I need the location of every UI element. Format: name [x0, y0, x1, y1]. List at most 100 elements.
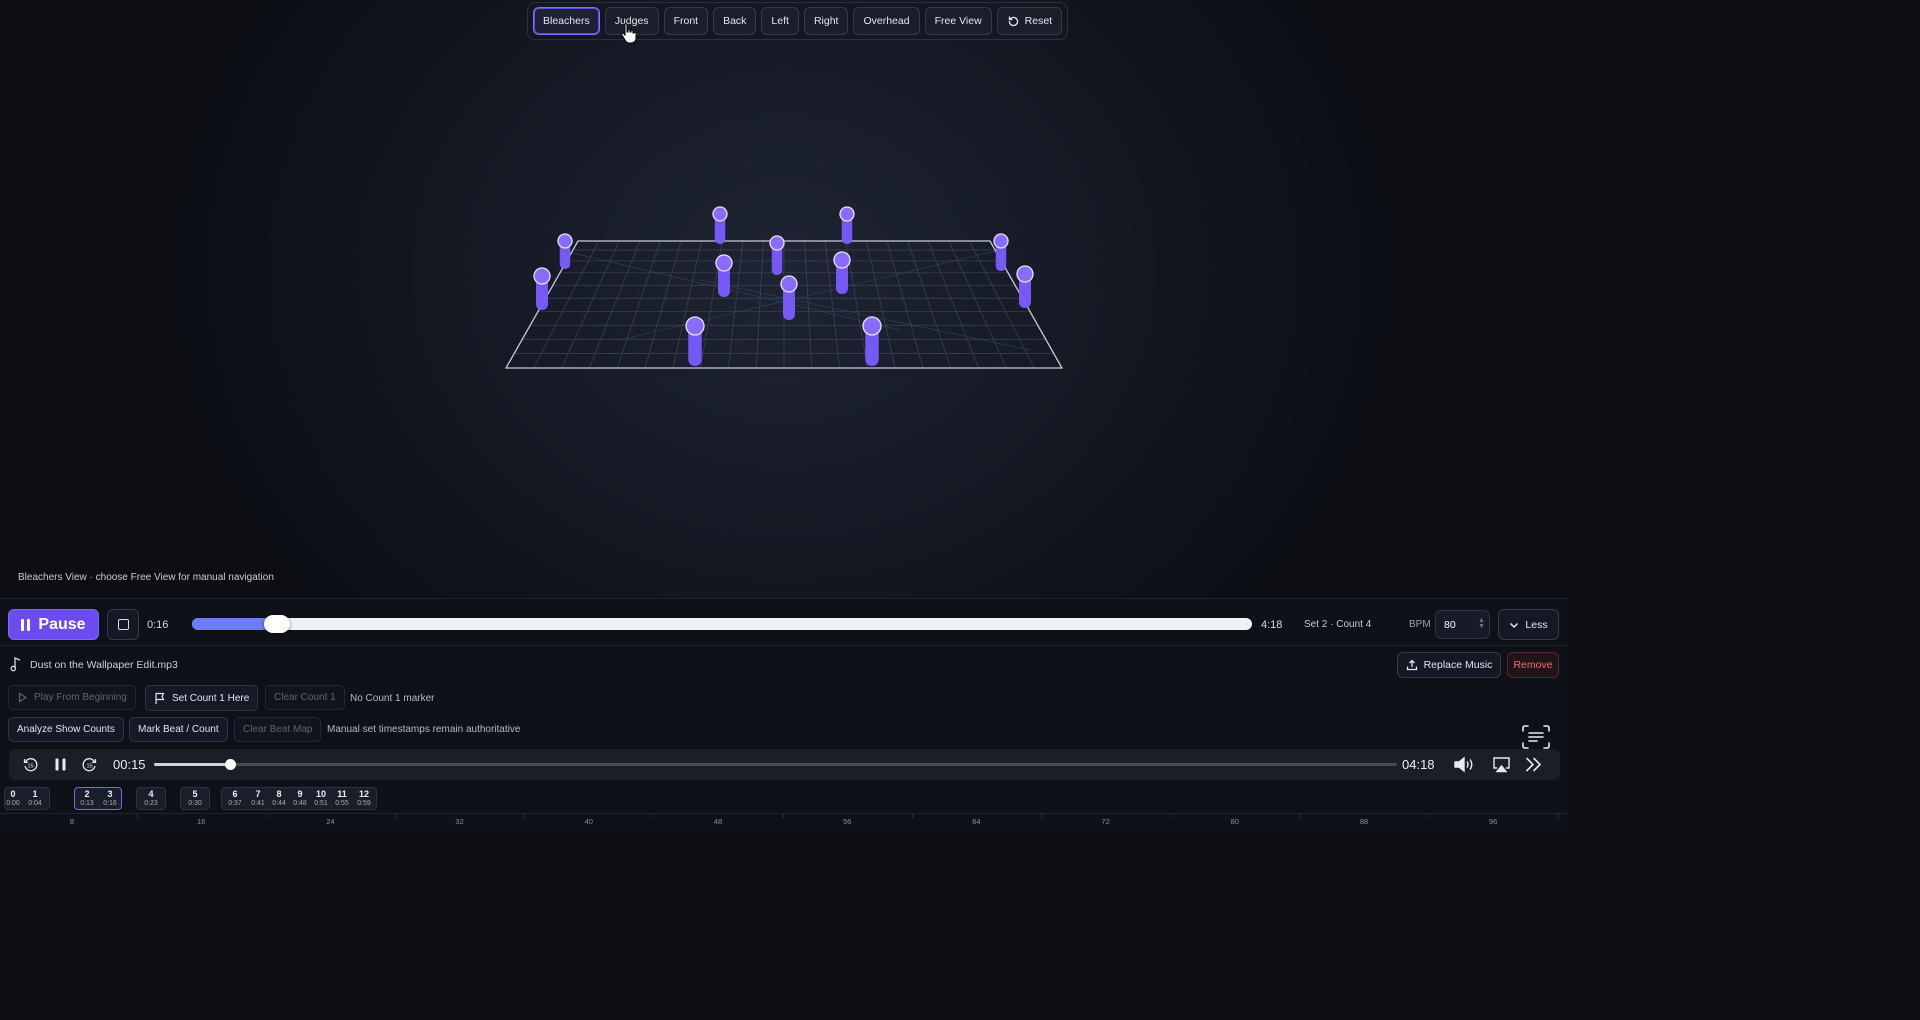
ruler-mark	[1557, 814, 1559, 818]
performer-head	[862, 316, 882, 336]
play-from-beginning-button[interactable]: Play From Beginning	[8, 685, 136, 710]
ruler-mark	[1041, 814, 1042, 818]
ruler-mark	[1170, 814, 1172, 818]
volume-icon[interactable]	[1453, 756, 1477, 773]
set-chip-group[interactable]: 2 0:13 3 0:16	[74, 787, 122, 810]
mark-beat-button[interactable]: Mark Beat / Count	[129, 717, 228, 742]
audio-total-time: 04:18	[1402, 757, 1435, 772]
set-chip-group[interactable]: 4 0:23	[136, 787, 166, 810]
audio-progress-track[interactable]	[154, 759, 1397, 770]
set-marker[interactable]: 3 0:16	[99, 788, 121, 809]
performer-marker[interactable]	[862, 316, 882, 366]
count-1-note: No Count 1 marker	[350, 693, 435, 704]
set-number: 2	[84, 789, 90, 799]
skip-forward-15-icon[interactable]: 15	[81, 756, 98, 773]
pause-button[interactable]: Pause	[8, 609, 99, 640]
play-icon	[18, 692, 28, 703]
performer-marker[interactable]	[780, 275, 798, 320]
airplay-icon[interactable]	[1492, 756, 1511, 773]
audio-pause-icon[interactable]	[52, 756, 69, 773]
music-file-name: Dust on the Wallpaper Edit.mp3	[30, 659, 178, 671]
count-ruler: 8 16 24 32 40 48 56 64 72 80 88 96	[0, 813, 1568, 834]
performer-head	[685, 316, 705, 336]
set-marker[interactable]: 4 0:23	[137, 788, 165, 809]
beat-note: Manual set timestamps remain authoritati…	[327, 724, 521, 735]
bpm-stepper-icon[interactable]: ▲ ▼	[1478, 617, 1485, 630]
set-number: 11	[337, 789, 347, 799]
set-chip-group[interactable]: 0 0:00 1 0:04	[4, 787, 50, 810]
grid-line	[927, 240, 979, 369]
set-marker[interactable]: 12 0:59	[352, 788, 376, 809]
skip-back-15-icon[interactable]: 15	[22, 756, 39, 773]
set-marker[interactable]: 0 0:00	[5, 788, 21, 809]
set-timestamp: 0:44	[272, 800, 286, 807]
clear-beat-map-button[interactable]: Clear Beat Map	[234, 717, 322, 742]
upload-icon	[1406, 659, 1417, 671]
set-timestamp: 0:48	[293, 800, 307, 807]
set-count-1-label: Set Count 1 Here	[172, 692, 250, 704]
total-time: 4:18	[1261, 619, 1283, 631]
replace-music-label: Replace Music	[1423, 659, 1493, 671]
field-viewport[interactable]: Bleachers Judges Front Back Left Right O…	[0, 0, 1568, 598]
clear-count-1-button[interactable]: Clear Count 1	[265, 685, 345, 710]
performer-head	[533, 267, 551, 285]
stop-icon	[117, 619, 129, 630]
ruler-mark	[1428, 814, 1430, 818]
fast-forward-icon[interactable]	[1525, 756, 1543, 773]
replace-music-button[interactable]: Replace Music	[1397, 652, 1501, 678]
performer-marker[interactable]	[715, 254, 733, 297]
set-marker[interactable]: 6 0:37	[222, 788, 248, 809]
set-marker[interactable]: 1 0:04	[21, 788, 49, 809]
set-marker[interactable]: 11 0:55	[332, 788, 352, 809]
set-count-1-button[interactable]: Set Count 1 Here	[145, 685, 259, 711]
ruler-tick-label: 40	[584, 817, 593, 826]
less-button[interactable]: Less	[1498, 609, 1559, 640]
set-marker[interactable]: 9 0:48	[290, 788, 310, 809]
set-chip-group[interactable]: 5 0:30	[180, 787, 210, 810]
set-marker[interactable]: 8 0:44	[268, 788, 290, 809]
captions-icon[interactable]	[1520, 723, 1552, 751]
pause-label: Pause	[38, 615, 86, 633]
remove-music-button[interactable]: Remove	[1507, 652, 1559, 678]
ruler-mark	[524, 814, 526, 818]
grid-line	[616, 240, 661, 369]
chevron-down-icon	[1510, 622, 1519, 628]
grid-line	[804, 240, 813, 369]
ruler-mark	[653, 814, 655, 818]
performer-marker[interactable]	[712, 206, 728, 244]
performer-marker[interactable]	[685, 316, 705, 366]
ruler-tick-label: 64	[972, 817, 981, 826]
performer-marker[interactable]	[993, 233, 1009, 271]
set-timestamp: 0:41	[251, 800, 265, 807]
set-chip-group[interactable]: 6 0:37 7 0:41 8 0:44 9 0:48 10 0:51 11 0:55 12 0:59	[221, 787, 377, 810]
performer-marker[interactable]	[839, 206, 855, 244]
stop-button[interactable]	[107, 609, 139, 640]
set-number: 9	[297, 789, 303, 799]
audio-progress-thumb[interactable]	[225, 759, 236, 770]
performer-marker[interactable]	[1016, 265, 1034, 308]
performer-marker[interactable]	[833, 251, 851, 294]
audio-current-time: 00:15	[113, 757, 146, 772]
performer-head	[715, 254, 733, 272]
performer-marker[interactable]	[533, 267, 551, 310]
show-scrubber[interactable]	[192, 615, 1252, 633]
analyze-show-counts-button[interactable]: Analyze Show Counts	[8, 717, 124, 742]
performer-marker[interactable]	[557, 233, 573, 269]
performer-markers	[533, 206, 1034, 366]
set-timestamp: 0:00	[6, 800, 20, 807]
set-number: 12	[358, 789, 369, 799]
set-marker[interactable]: 2 0:13	[75, 788, 99, 809]
ruler-mark	[395, 814, 396, 818]
audio-player: 15 15 00:15 04:18	[9, 749, 1560, 780]
set-number: 6	[232, 789, 238, 799]
performer-marker[interactable]	[769, 235, 785, 275]
set-marker[interactable]: 10 0:51	[310, 788, 332, 809]
performer-head	[839, 206, 855, 222]
set-marker[interactable]: 5 0:30	[181, 788, 209, 809]
scrubber-thumb[interactable]	[264, 615, 290, 633]
set-timestamp: 0:37	[228, 800, 242, 807]
set-marker[interactable]: 7 0:41	[248, 788, 268, 809]
performer-head	[780, 275, 798, 293]
performer-head	[1016, 265, 1034, 283]
field-3d-scene[interactable]	[0, 0, 1568, 598]
